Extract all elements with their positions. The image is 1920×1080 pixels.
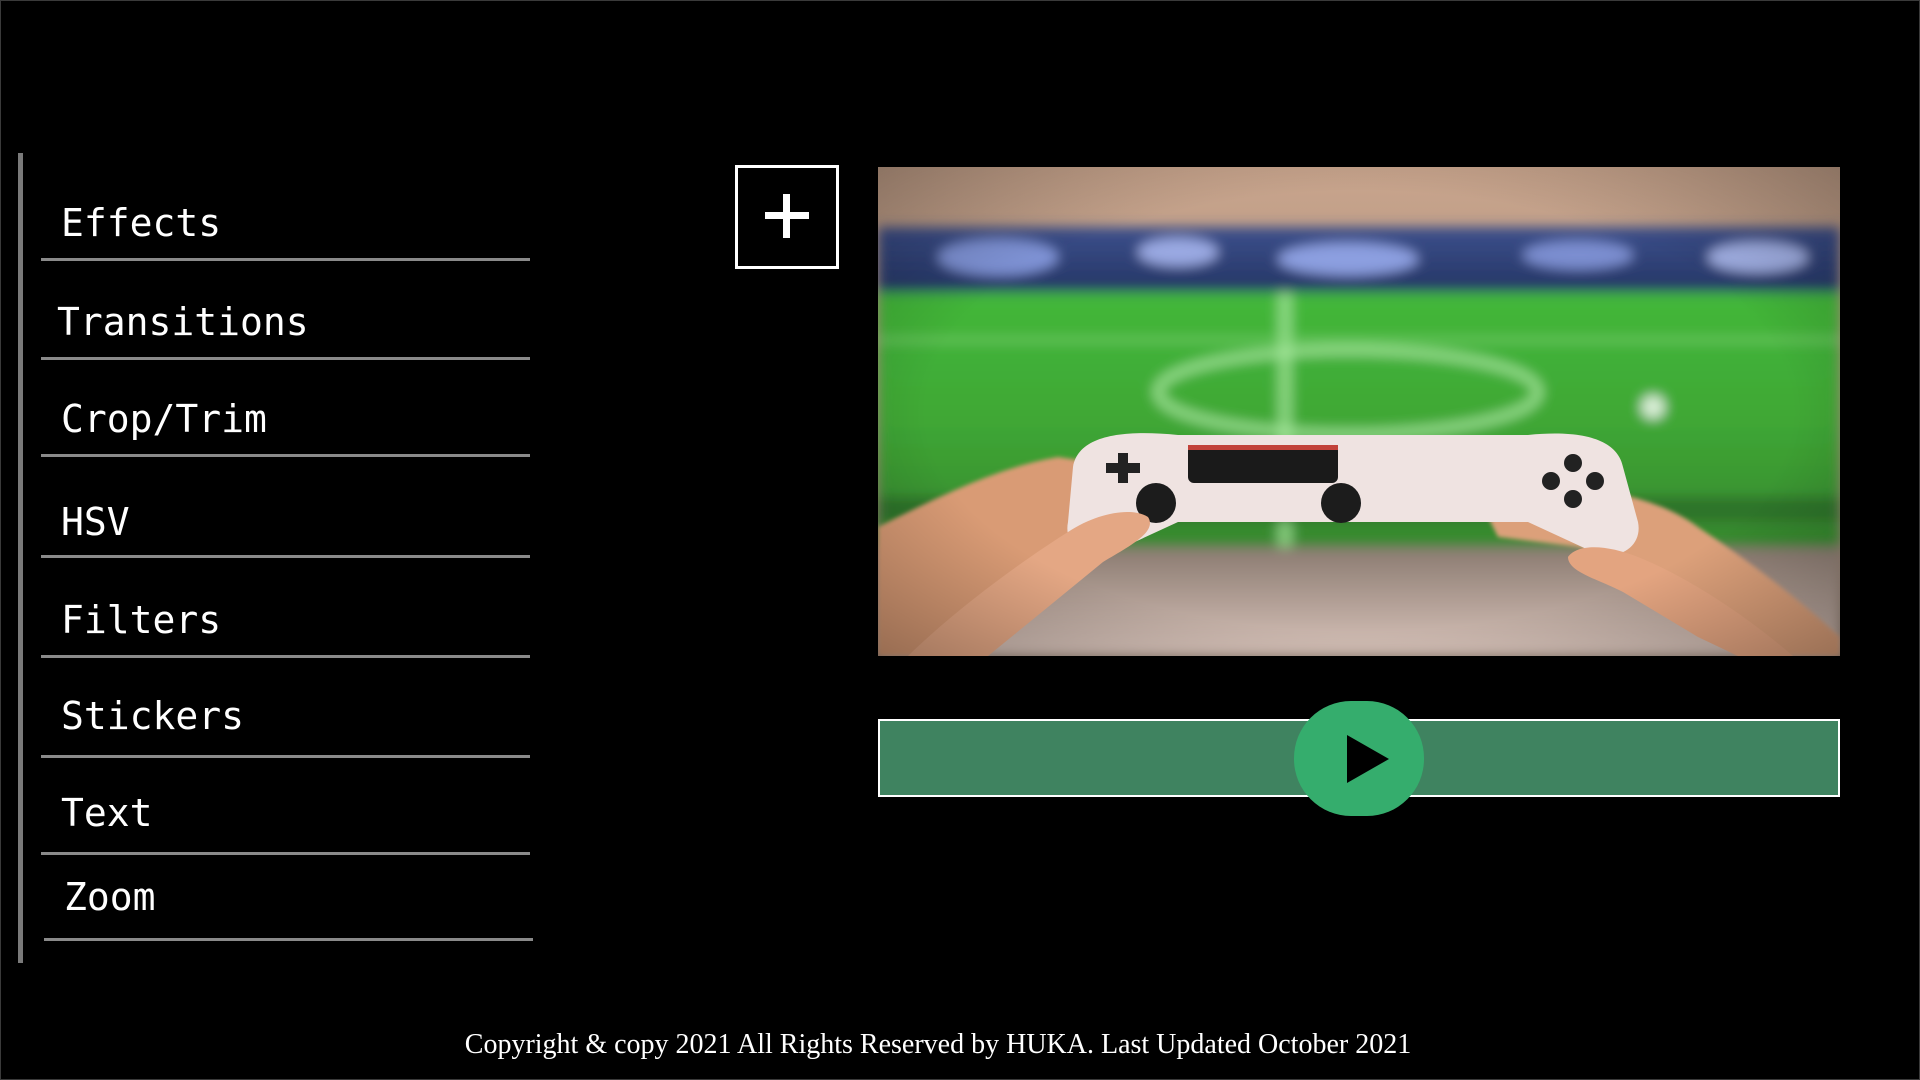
menu-item-label: Crop/Trim: [61, 397, 267, 441]
menu-item-label: Text: [61, 791, 153, 835]
menu-item-text[interactable]: Text: [41, 758, 530, 855]
menu-item-transitions[interactable]: Transitions: [41, 261, 530, 360]
play-icon: [1347, 735, 1389, 783]
footer-copyright: Copyright & copy 2021 All Rights Reserve…: [464, 1029, 1412, 1060]
menu-item-label: Filters: [61, 598, 222, 642]
menu-item-stickers[interactable]: Stickers: [41, 658, 530, 758]
menu-item-hsv[interactable]: HSV: [41, 457, 530, 558]
video-preview[interactable]: [878, 167, 1840, 656]
menu-item-label: Transitions: [57, 300, 309, 344]
menu-item-crop-trim[interactable]: Crop/Trim: [41, 360, 530, 457]
menu-item-label: Effects: [61, 201, 222, 245]
add-media-button[interactable]: [735, 165, 839, 269]
menu-item-label: Zoom: [64, 875, 156, 919]
preview-image: [878, 167, 1840, 656]
menu-item-effects[interactable]: Effects: [41, 153, 530, 261]
sidebar-divider: [18, 153, 23, 963]
menu-item-filters[interactable]: Filters: [41, 558, 530, 658]
menu-item-label: HSV: [61, 500, 130, 544]
play-button[interactable]: [1294, 701, 1424, 816]
menu-item-label: Stickers: [61, 694, 245, 738]
menu-item-zoom[interactable]: Zoom: [44, 855, 533, 941]
timeline-progress-fill: [880, 721, 1359, 795]
